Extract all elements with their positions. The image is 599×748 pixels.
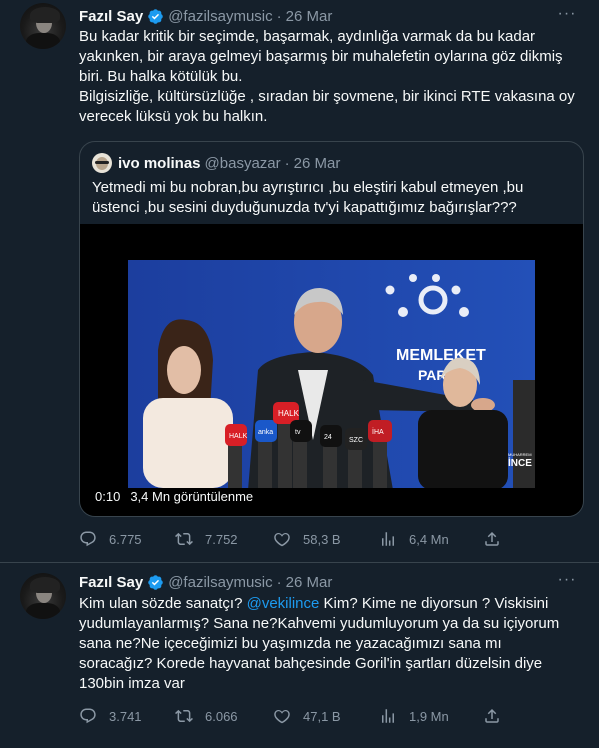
views-count: 1,9 Mn — [409, 708, 449, 724]
reply-count: 3.741 — [109, 708, 142, 724]
retweet-button[interactable]: 7.752 — [175, 529, 238, 549]
views-count: 6,4 Mn — [409, 531, 449, 547]
video-elapsed: 0:10 — [95, 488, 121, 504]
mic-label: HALK — [278, 409, 300, 418]
tweet-text-line: Bu kadar kritik bir seçimde, başarmak, a… — [79, 28, 563, 85]
mic-label: SZC — [349, 437, 363, 444]
views-icon — [382, 709, 394, 723]
retweet-icon — [175, 709, 193, 723]
tweet[interactable]: Fazıl Say @fazilsaymusic · 26 Mar ··· Ki… — [0, 564, 599, 748]
quoted-author-name[interactable]: ivo molinas — [118, 155, 201, 172]
mention-link[interactable]: @vekilince — [247, 595, 320, 612]
retweet-icon — [175, 532, 193, 546]
video-views: 3,4 Mn görüntülenme — [130, 488, 254, 504]
author-name[interactable]: Fazıl Say — [79, 574, 143, 591]
views-button[interactable]: 1,9 Mn — [379, 706, 449, 726]
author-name[interactable]: Fazıl Say — [79, 8, 143, 25]
share-icon — [485, 531, 499, 546]
like-count: 47,1 B — [303, 708, 341, 724]
verified-badge-icon — [148, 8, 163, 24]
tweet-date[interactable]: 26 Mar — [286, 8, 333, 25]
author-handle[interactable]: @fazilsaymusic — [168, 8, 272, 25]
tweet-text-part: Kim ulan sözde sanatçı? — [79, 595, 247, 612]
video-still: MEMLEKET PARTİSİ — [128, 260, 535, 488]
verified-badge-icon — [148, 574, 163, 590]
tweet[interactable]: Fazıl Say @fazilsaymusic · 26 Mar ··· Bu… — [0, 0, 599, 563]
share-button[interactable] — [483, 529, 501, 549]
reply-icon — [80, 531, 96, 547]
views-icon — [382, 532, 394, 546]
tweet-header: Fazıl Say @fazilsaymusic · 26 Mar — [79, 6, 332, 26]
video-player[interactable]: MEMLEKET PARTİSİ — [80, 224, 583, 516]
like-button[interactable]: 58,3 B — [273, 529, 341, 549]
avatar[interactable] — [20, 573, 66, 619]
video-frame[interactable]: MEMLEKET PARTİSİ — [128, 260, 535, 488]
action-bar: 6.775 7.752 58,3 B 6,4 Mn — [79, 529, 579, 549]
watermark-small: MUHARREM — [508, 452, 532, 457]
retweet-button[interactable]: 6.066 — [175, 706, 238, 726]
retweet-count: 6.066 — [205, 708, 238, 724]
avatar[interactable] — [20, 3, 66, 49]
action-bar: 3.741 6.066 47,1 B 1,9 Mn — [79, 706, 579, 726]
reply-count: 6.775 — [109, 531, 142, 547]
like-icon — [274, 532, 290, 547]
tweet-divider — [0, 562, 599, 563]
mic-label: anka — [258, 429, 273, 436]
like-icon — [274, 709, 290, 724]
watermark: İNCE — [508, 456, 532, 469]
separator-dot: · — [284, 154, 290, 172]
quoted-text: Yetmedi mi bu nobran,bu ayrıştırıcı ,bu … — [92, 178, 572, 218]
author-handle[interactable]: @fazilsaymusic — [168, 574, 272, 591]
mic-label: İHA — [372, 427, 384, 436]
quoted-text-body: Yetmedi mi bu nobran,bu ayrıştırıcı ,bu … — [92, 179, 524, 216]
quoted-header: ivo molinas @basyazar · 26 Mar — [118, 153, 340, 173]
mic-label: 24 — [324, 434, 332, 441]
reply-button[interactable]: 3.741 — [79, 706, 142, 726]
reply-icon — [80, 708, 96, 724]
views-button[interactable]: 6,4 Mn — [379, 529, 449, 549]
like-button[interactable]: 47,1 B — [273, 706, 341, 726]
tweet-text: Kim ulan sözde sanatçı? @vekilince Kim? … — [79, 594, 579, 694]
quoted-date[interactable]: 26 Mar — [294, 155, 341, 172]
retweet-count: 7.752 — [205, 531, 238, 547]
mic-label: HALK — [229, 433, 248, 440]
quoted-tweet[interactable]: ivo molinas @basyazar · 26 Mar Yetmedi m… — [79, 141, 584, 517]
quoted-avatar[interactable] — [92, 153, 112, 173]
separator-dot: · — [276, 7, 282, 25]
tweet-date[interactable]: 26 Mar — [286, 574, 333, 591]
tweet-text: Bu kadar kritik bir seçimde, başarmak, a… — [79, 27, 579, 127]
mic-label: tv — [295, 429, 301, 436]
quoted-author-handle[interactable]: @basyazar — [205, 155, 281, 172]
share-icon — [485, 708, 499, 723]
share-button[interactable] — [483, 706, 501, 726]
like-count: 58,3 B — [303, 531, 341, 547]
tweet-text-line: Bilgisizliğe, kültürsüzlüğe , sıradan bi… — [79, 88, 575, 125]
more-icon[interactable]: ··· — [557, 572, 577, 593]
more-icon[interactable]: ··· — [557, 6, 577, 27]
separator-dot: · — [276, 573, 282, 591]
video-meta: 0:10 3,4 Mn görüntülenme — [95, 487, 253, 505]
backdrop-text: MEMLEKET — [396, 347, 486, 364]
reply-button[interactable]: 6.775 — [79, 529, 142, 549]
tweet-header: Fazıl Say @fazilsaymusic · 26 Mar — [79, 572, 332, 592]
